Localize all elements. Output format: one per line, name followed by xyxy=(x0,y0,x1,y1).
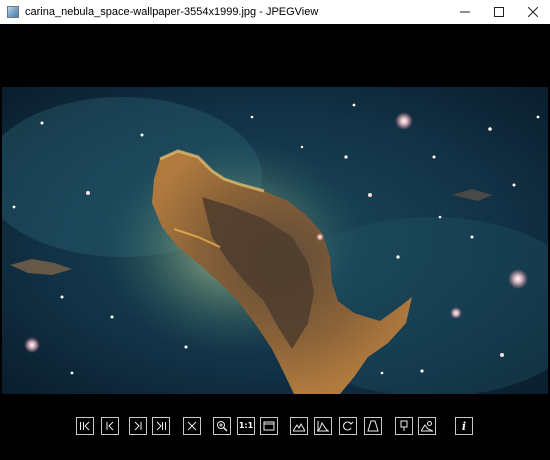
window-controls xyxy=(448,0,550,24)
info-label: i xyxy=(461,419,467,433)
image-viewer[interactable] xyxy=(0,24,550,398)
previous-image-icon xyxy=(106,421,114,431)
last-image-icon xyxy=(156,421,166,431)
histogram-button[interactable] xyxy=(314,417,332,435)
title-bar[interactable]: carina_nebula_space-wallpaper-3554x1999.… xyxy=(0,0,550,24)
zoom-in-button[interactable] xyxy=(213,417,231,435)
close-button[interactable] xyxy=(516,0,550,24)
next-image-icon xyxy=(134,421,142,431)
perspective-correction-button[interactable] xyxy=(364,417,382,435)
first-image-icon xyxy=(80,421,90,431)
jpegview-icon xyxy=(7,6,19,18)
keep-parameters-button[interactable] xyxy=(395,417,413,435)
close-icon xyxy=(528,7,538,17)
maximize-icon xyxy=(494,7,504,17)
keep-parameters-icon xyxy=(400,420,408,431)
next-image-button[interactable] xyxy=(129,417,147,435)
actual-size-button[interactable]: 1:1 xyxy=(237,417,255,435)
viewer-toolbar: 1:1 i xyxy=(0,398,550,460)
perspective-correction-icon xyxy=(367,420,379,432)
save-parameters-icon xyxy=(421,421,433,432)
minimize-button[interactable] xyxy=(448,0,482,24)
fit-window-icon xyxy=(263,421,275,431)
fit-window-button[interactable] xyxy=(260,417,278,435)
landscape-enhance-icon xyxy=(293,422,305,432)
minimize-icon xyxy=(460,11,470,13)
rotate-icon xyxy=(343,421,354,431)
first-image-button[interactable] xyxy=(76,417,94,435)
landscape-enhance-button[interactable] xyxy=(290,417,308,435)
histogram-icon xyxy=(317,421,329,432)
close-image-icon xyxy=(187,421,197,431)
info-button[interactable]: i xyxy=(455,417,473,435)
rotate-button[interactable] xyxy=(339,417,357,435)
jpegview-window: carina_nebula_space-wallpaper-3554x1999.… xyxy=(0,0,550,460)
close-image-button[interactable] xyxy=(183,417,201,435)
last-image-button[interactable] xyxy=(152,417,170,435)
nebula-photo[interactable] xyxy=(2,87,548,394)
zoom-in-icon xyxy=(217,421,228,432)
maximize-button[interactable] xyxy=(482,0,516,24)
previous-image-button[interactable] xyxy=(101,417,119,435)
actual-size-label: 1:1 xyxy=(238,421,254,430)
window-title: carina_nebula_space-wallpaper-3554x1999.… xyxy=(25,6,319,18)
save-parameters-button[interactable] xyxy=(418,417,436,435)
